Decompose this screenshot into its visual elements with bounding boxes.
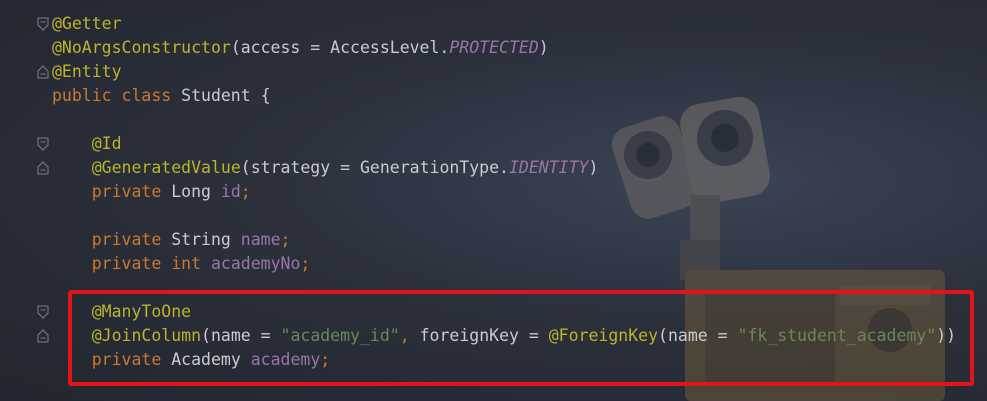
code-token: id (220, 182, 241, 201)
code-line[interactable] (52, 108, 956, 132)
code-token: Student { (181, 86, 271, 105)
code-line[interactable]: public class Student { (52, 84, 956, 108)
code-line[interactable]: private String name; (52, 228, 956, 252)
code-token: ) (588, 158, 599, 177)
code-line[interactable]: private int academyNo; (52, 252, 956, 276)
fold-start-icon[interactable] (37, 17, 49, 31)
code-token: (strategy = GenerationType. (240, 158, 509, 177)
fold-start-icon[interactable] (37, 305, 49, 319)
fold-end-icon[interactable] (37, 329, 49, 343)
code-token: @Entity (52, 62, 122, 81)
code-token: ; (280, 230, 291, 249)
editor-gutter (0, 0, 49, 401)
code-token: (access = AccessLevel. (230, 38, 450, 57)
fold-end-icon[interactable] (37, 65, 49, 79)
code-token: private (91, 230, 172, 249)
code-token: @Getter (52, 14, 122, 33)
code-line[interactable] (52, 204, 956, 228)
code-token: academyNo (210, 254, 301, 273)
code-token: private int (91, 254, 211, 273)
code-token: ; (300, 254, 311, 273)
code-token: @Id (91, 134, 122, 153)
code-line[interactable]: @Getter (52, 12, 956, 36)
code-editor[interactable]: @Getter @NoArgsConstructor(access = Acces… (0, 0, 987, 401)
code-token: String (171, 230, 241, 249)
code-token: name (240, 230, 281, 249)
highlight-annotation-box (68, 290, 974, 386)
fold-start-icon[interactable] (37, 137, 49, 151)
code-line[interactable]: private Long id; (52, 180, 956, 204)
code-line[interactable]: @GeneratedValue(strategy = GenerationTyp… (52, 156, 956, 180)
code-token: ; (240, 182, 251, 201)
code-line[interactable]: @Id (52, 132, 956, 156)
code-token: PROTECTED (449, 38, 539, 57)
code-token: private (91, 182, 172, 201)
fold-end-icon[interactable] (37, 161, 49, 175)
code-token: public class (52, 86, 182, 105)
code-token: @GeneratedValue (91, 158, 241, 177)
code-token: IDENTITY (508, 158, 589, 177)
code-token: @NoArgsConstructor (52, 38, 231, 57)
code-line[interactable]: @Entity (52, 60, 956, 84)
code-line[interactable]: @NoArgsConstructor(access = AccessLevel.… (52, 36, 956, 60)
code-token: Long (171, 182, 221, 201)
code-token: ) (538, 38, 549, 57)
